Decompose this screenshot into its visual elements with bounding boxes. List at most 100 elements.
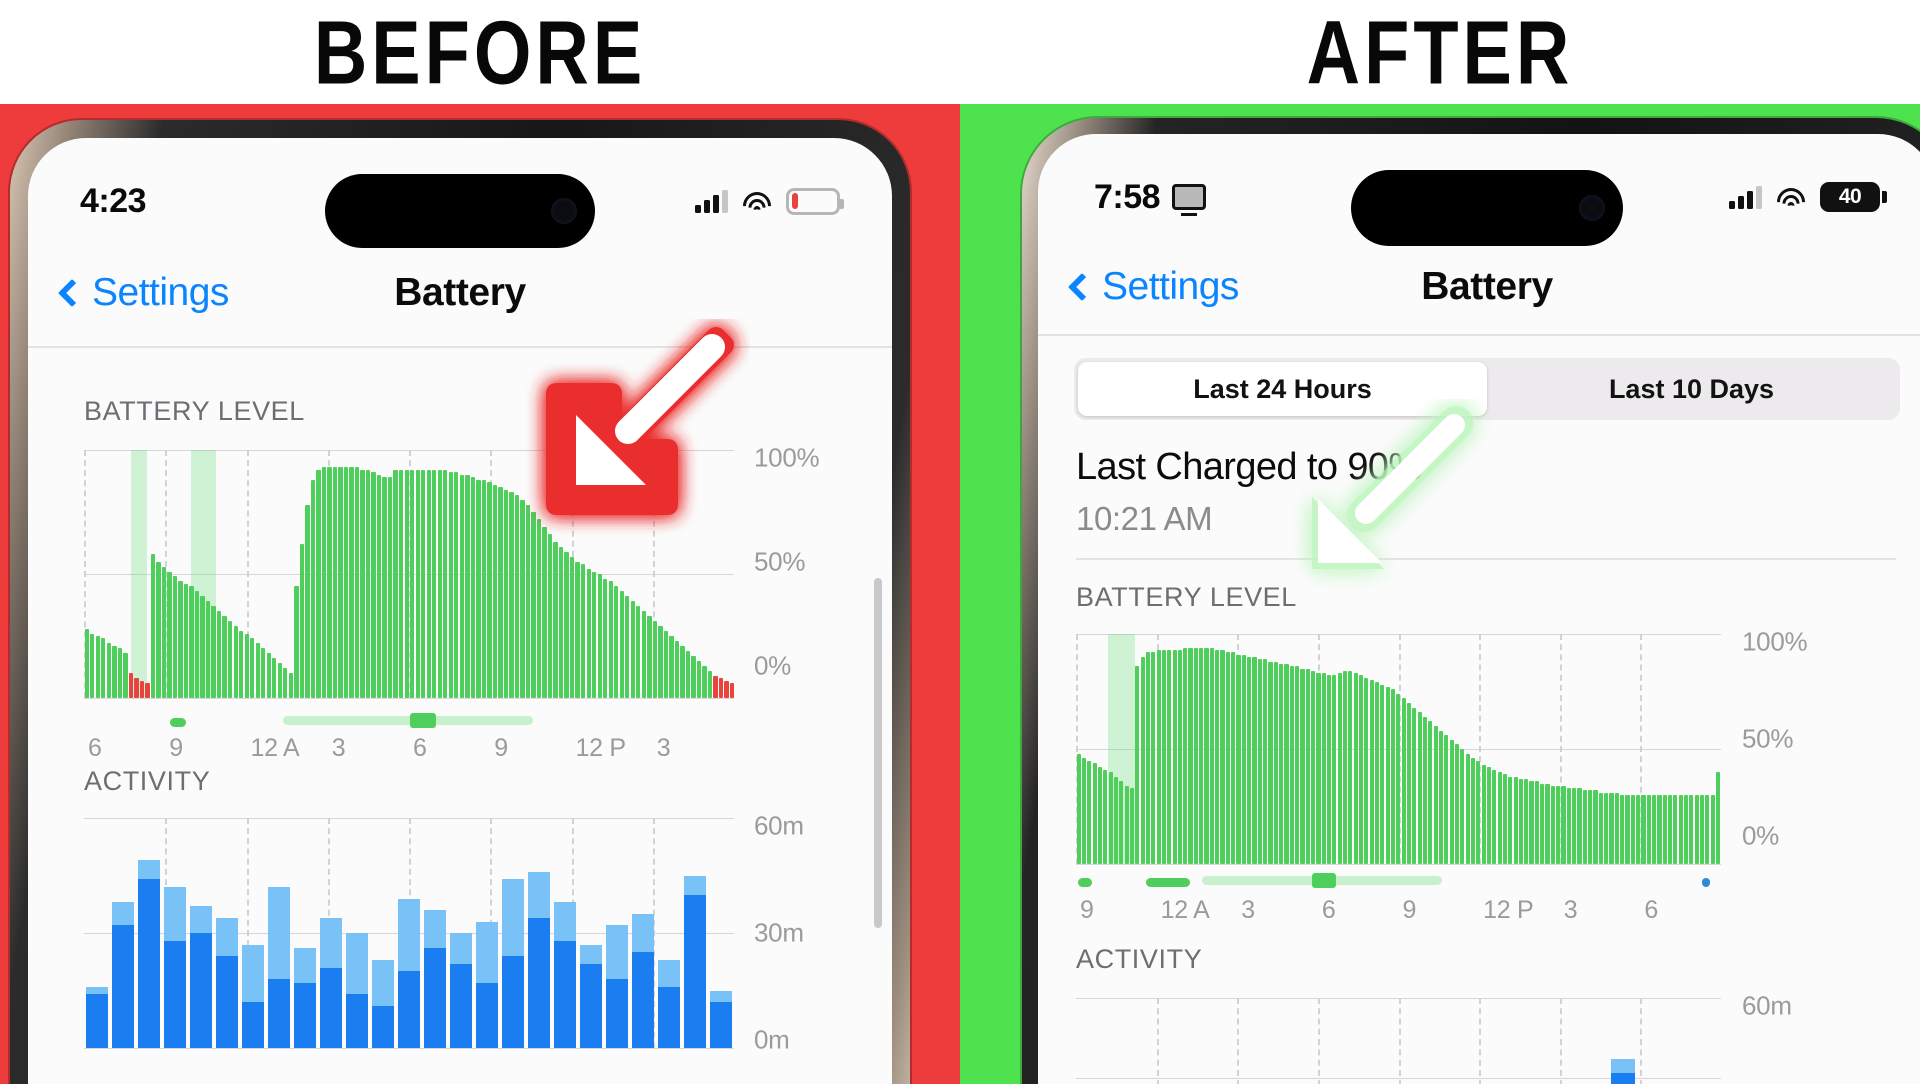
activity-bar-screen-on <box>372 1005 394 1048</box>
after-back-label: Settings <box>1102 265 1239 308</box>
chart-bar <box>476 479 481 698</box>
chart-bar <box>1705 795 1710 864</box>
activity-bar-stack <box>1106 998 1130 1084</box>
after-activity-plot-area <box>1076 998 1721 1084</box>
chart-bar <box>1529 781 1534 864</box>
activity-bar-stack <box>528 818 550 1048</box>
activity-bar-stack <box>606 818 628 1048</box>
chart-bar <box>713 675 718 698</box>
before-scrollbar[interactable] <box>874 578 882 928</box>
chart-bar <box>1449 739 1454 864</box>
after-back-button[interactable]: Settings <box>1067 265 1239 309</box>
banner-before-label: BEFORE <box>313 1 647 103</box>
chart-bar <box>183 583 189 698</box>
chart-bar <box>1534 781 1539 864</box>
xaxis-tick-label: 12 A <box>1160 896 1210 924</box>
chart-bar <box>244 633 249 698</box>
chart-bar <box>608 581 613 698</box>
chart-bar <box>283 668 288 698</box>
chart-bar <box>1636 795 1641 864</box>
activity-bar-screen-on <box>554 940 576 1048</box>
after-last-charged-time: 10:21 AM <box>1076 500 1213 537</box>
chart-bar <box>1492 769 1497 864</box>
gridline-horizontal <box>1076 864 1721 865</box>
activity-bar-screen-on <box>112 925 134 1048</box>
segment-last-10-days[interactable]: Last 10 Days <box>1487 362 1896 416</box>
after-phone-frame: 7:58 40 Settings Battery Last 24 Hours L… <box>1022 118 1920 1084</box>
chart-bar <box>1545 783 1550 864</box>
chart-bar <box>674 640 680 698</box>
battery-low-power-mode-icon: 40 <box>1820 182 1887 212</box>
chart-bar <box>1140 657 1145 864</box>
chart-bar <box>1657 795 1662 864</box>
chart-bar <box>1401 698 1406 864</box>
chart-bar <box>1422 716 1428 864</box>
chart-bar <box>1694 795 1699 864</box>
chart-bar <box>663 631 669 698</box>
wifi-icon <box>1771 182 1811 222</box>
chart-bar <box>1428 721 1433 864</box>
chart-bar <box>1508 776 1513 864</box>
chart-bar <box>558 546 564 698</box>
front-camera-icon <box>1579 195 1605 221</box>
chart-bar <box>239 631 244 698</box>
chart-bar <box>525 504 531 698</box>
xaxis-tick-label: 3 <box>656 734 671 762</box>
chart-bar <box>161 566 167 698</box>
chart-bar <box>465 474 470 698</box>
chart-bar <box>547 534 553 698</box>
chart-bar <box>1684 795 1689 864</box>
chart-bar <box>575 561 580 698</box>
after-range-segmented-control[interactable]: Last 24 Hours Last 10 Days <box>1074 358 1900 420</box>
battery-bars <box>84 450 735 698</box>
chart-bar <box>636 606 641 698</box>
chart-bar <box>492 484 498 698</box>
dynamic-island <box>1351 170 1623 246</box>
chart-bar <box>172 576 178 698</box>
activity-bar-stack <box>1190 998 1214 1084</box>
activity-bar-screen-off <box>294 948 316 983</box>
chart-bar <box>1598 792 1603 864</box>
chart-bar <box>288 673 293 698</box>
chart-bar <box>1710 795 1715 864</box>
segment-last-24-hours[interactable]: Last 24 Hours <box>1078 362 1487 416</box>
chart-bar <box>1358 675 1364 864</box>
chart-bar <box>448 472 453 698</box>
activity-bar-stack <box>450 818 472 1048</box>
chart-bar <box>1556 785 1561 864</box>
before-phone-frame: 4:23 Settings Battery BATTERY LEVEL 100%… <box>10 120 910 1084</box>
activity-bar-screen-on <box>424 948 446 1048</box>
activity-bar-stack <box>502 818 524 1048</box>
before-back-button[interactable]: Settings <box>57 271 229 315</box>
chart-bar <box>1327 675 1332 864</box>
xaxis-tick-label: 12 P <box>575 734 627 762</box>
after-page-title: Battery <box>1421 265 1553 308</box>
chart-bar <box>614 586 619 698</box>
chart-bar <box>1604 792 1609 864</box>
activity-bar-stack <box>268 818 290 1048</box>
chart-bar <box>1316 673 1321 864</box>
chart-bar <box>1433 726 1438 864</box>
activity-bar-screen-off <box>398 898 420 972</box>
activity-bars <box>84 818 734 1048</box>
activity-bar-stack <box>658 818 680 1048</box>
activity-bar-screen-off <box>632 913 654 953</box>
before-page-title: Battery <box>394 271 526 314</box>
chart-bar <box>470 477 476 698</box>
chart-bar <box>1566 788 1571 864</box>
chart-bar <box>1396 693 1401 864</box>
chart-bar <box>343 467 349 698</box>
chart-bar <box>1215 650 1220 864</box>
before-battery-level-chart <box>84 450 735 699</box>
chart-bar <box>1151 652 1156 864</box>
chart-bar <box>316 469 321 698</box>
before-nav-bar: Settings Battery <box>28 258 892 328</box>
after-divider <box>1076 558 1896 560</box>
chart-bar <box>1081 758 1087 864</box>
chart-bar <box>1673 795 1678 864</box>
activity-bar-screen-on <box>476 982 498 1048</box>
chart-bar <box>553 541 558 698</box>
before-charging-marker <box>410 713 436 728</box>
chart-bar <box>117 648 123 698</box>
activity-bar-stack <box>1246 998 1270 1084</box>
